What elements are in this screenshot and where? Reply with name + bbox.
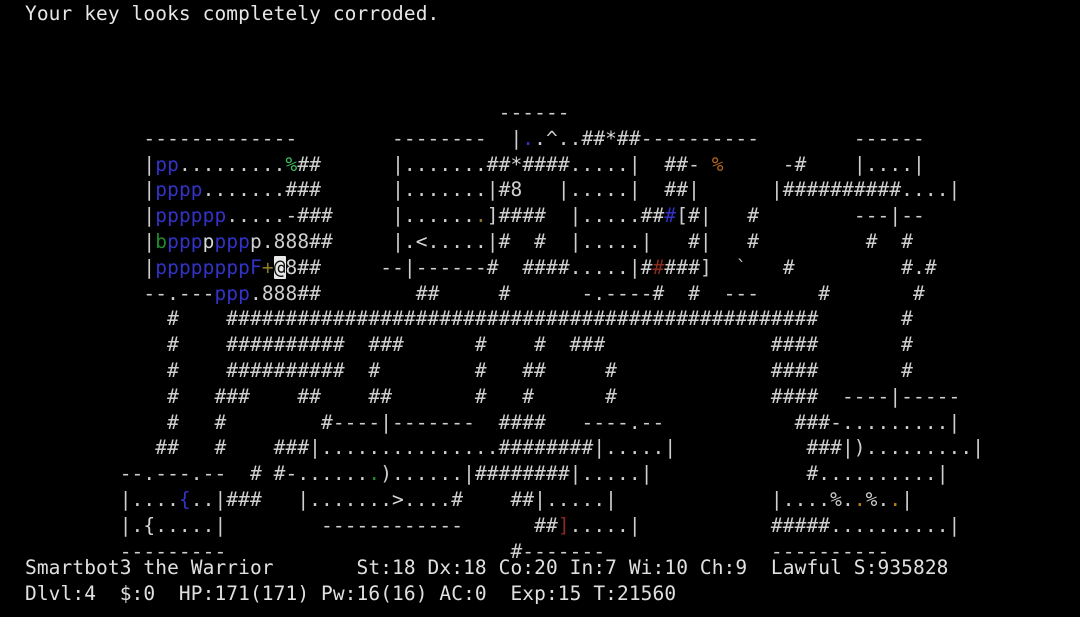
- map-glyph: #: [664, 204, 677, 228]
- map-glyph: p: [190, 178, 203, 202]
- map-glyph: %: [285, 152, 298, 176]
- map-glyph: p: [155, 152, 168, 176]
- map-glyph: {: [143, 513, 156, 537]
- message-line: Your key looks completely corroded.: [25, 2, 440, 25]
- map-glyph: .: [522, 126, 535, 150]
- map-glyph: p: [190, 204, 203, 228]
- map-glyph: p: [226, 230, 239, 253]
- status-line-attributes: Smartbot3 the Warrior St:18 Dx:18 Co:20 …: [25, 556, 949, 579]
- map-glyph: *: [510, 152, 523, 176]
- map-glyph: p: [178, 230, 191, 253]
- map-glyph: p: [167, 255, 179, 279]
- map-row: |pp.........%## |.......##*####.....| ##…: [25, 152, 973, 176]
- map-glyph: p: [167, 152, 179, 176]
- map-row: # ########## ### # # ### #### #: [25, 333, 973, 357]
- nethack-terminal[interactable]: Your key looks completely corroded. ----…: [0, 0, 1080, 617]
- map-glyph: +: [261, 255, 274, 279]
- map-glyph: %: [711, 152, 724, 176]
- map-row: # ########## # # ## # #### #: [25, 359, 973, 382]
- map-glyph: p: [202, 230, 215, 253]
- map-glyph: F: [250, 255, 262, 279]
- map-glyph: p: [155, 178, 168, 202]
- map-glyph: p: [214, 281, 227, 305]
- map-glyph: p: [226, 281, 239, 305]
- map-row: |.{.....| ------------ ##].....| #####..…: [25, 513, 973, 537]
- map-glyph: p: [167, 178, 179, 202]
- map-row: # ### ## ## # # # #### ----|-----: [25, 384, 973, 408]
- map-glyph: p: [238, 230, 250, 253]
- map-row: --.---.-- # #-.......)......|########|..…: [25, 462, 973, 486]
- map-glyph: p: [226, 255, 239, 279]
- map-glyph: `: [735, 255, 748, 279]
- map-glyph: >: [392, 488, 404, 511]
- map-row: |pppppp.....-### |.......]#### |.....###…: [25, 204, 973, 228]
- map-glyph: .: [853, 488, 866, 511]
- map-glyph: p: [155, 204, 168, 228]
- map-row: # # #----|------- #### ----.-- ###-.....…: [25, 410, 973, 434]
- map-row: ------------- -------- |..^..##*##------…: [25, 126, 973, 150]
- map-glyph: p: [178, 204, 191, 228]
- map-row: |bpppppppp.888## |.<.....|# # |.....| #|…: [25, 230, 973, 253]
- map-row: ------: [25, 101, 973, 124]
- map-glyph: p: [202, 255, 215, 279]
- map-row: |....{..|### |.......>....# ##|.....| |.…: [25, 488, 973, 511]
- map-glyph: <: [415, 230, 428, 253]
- map-glyph: p: [238, 281, 250, 305]
- map-glyph: p: [178, 178, 191, 202]
- map-glyph: p: [190, 255, 203, 279]
- map-glyph: p: [214, 204, 227, 228]
- map-glyph: b: [155, 230, 168, 253]
- map-glyph: p: [190, 230, 203, 253]
- map-glyph: .: [368, 462, 381, 486]
- status-line-vitals: Dlvl:4 $:0 HP:171(171) Pw:16(16) AC:0 Ex…: [25, 582, 677, 605]
- map-glyph: p: [214, 230, 227, 253]
- map-glyph: #: [652, 255, 665, 279]
- map-row: ## # ###|...............########|.....| …: [25, 436, 985, 460]
- player-glyph[interactable]: @: [273, 255, 286, 279]
- map-glyph: p: [167, 204, 179, 228]
- map-glyph: .: [474, 204, 487, 228]
- map-row: --.---ppp.888## ## # -.----# # --- # #: [25, 281, 973, 305]
- map-glyph: p: [155, 255, 168, 279]
- map-glyph: ]: [557, 513, 570, 537]
- map-glyph: {: [178, 488, 191, 511]
- map-glyph: p: [178, 255, 191, 279]
- map-glyph: *: [605, 126, 618, 150]
- map-glyph: p: [167, 230, 179, 253]
- map-row: |pppp.......### |.......|#8 |.....| ##| …: [25, 178, 973, 202]
- map-row: |ppppppppF+@8## --|------# ####.....|###…: [25, 255, 973, 279]
- map-row: # ######################################…: [25, 307, 973, 331]
- map-glyph: .: [889, 488, 902, 511]
- map-glyph: p: [214, 255, 227, 279]
- map-glyph: p: [238, 255, 250, 279]
- map-glyph: p: [202, 204, 215, 228]
